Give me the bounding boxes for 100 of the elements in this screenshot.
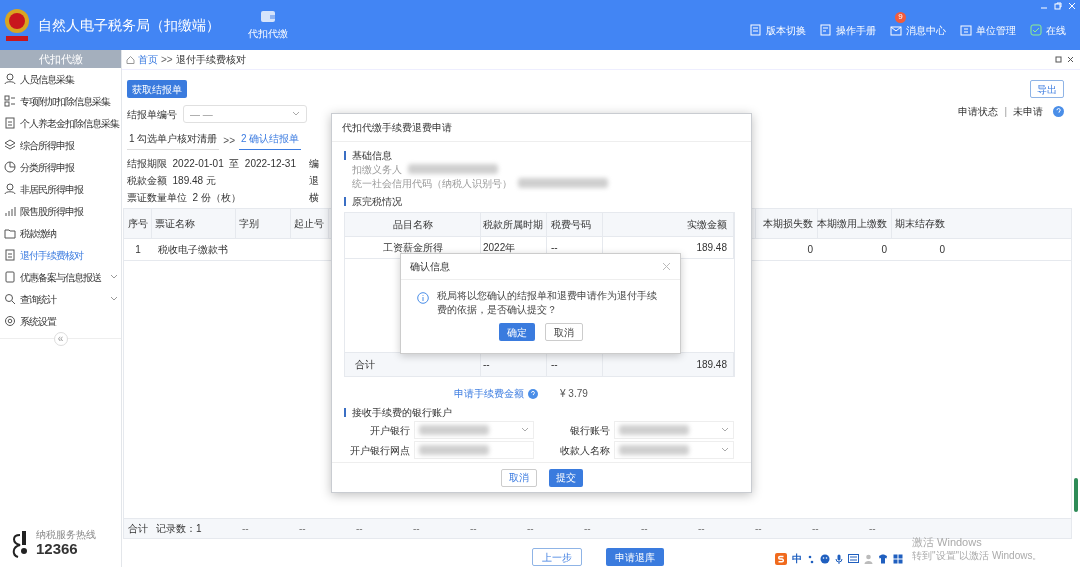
app-title: 自然人电子税务局（扣缴端） <box>38 15 220 35</box>
field-label: 银行账号 <box>569 423 610 438</box>
primary-button[interactable]: 申请退库 <box>605 548 664 566</box>
field-label: 结报单编号 <box>127 107 177 122</box>
wallet-icon <box>260 9 276 23</box>
document-icon <box>4 249 16 261</box>
sidebar-item[interactable]: 系统设置 <box>0 310 121 332</box>
sidebar-item[interactable]: 专项附加扣除信息采集 <box>0 90 121 112</box>
submit-button[interactable]: 提交 <box>548 468 583 487</box>
close-icon <box>662 262 671 271</box>
sidebar-item[interactable]: 查询统计 <box>0 288 121 310</box>
column-header: 实缴金额 <box>603 213 734 236</box>
help-icon <box>1053 106 1064 117</box>
step-tab[interactable]: 2 确认结报单 <box>239 131 302 150</box>
table-cell-text: -- <box>527 522 534 536</box>
cancel-button[interactable]: 取消 <box>500 468 537 487</box>
table-cell-text: -- <box>869 522 876 536</box>
breadcrumb-separator: >> <box>161 53 173 67</box>
header-action[interactable]: 操作手册 <box>820 22 876 38</box>
header-action[interactable]: 版本切换 <box>750 22 806 38</box>
info-icon <box>417 292 429 304</box>
input-field[interactable] <box>414 441 534 459</box>
restore-icon <box>1054 2 1062 10</box>
header-action[interactable]: 单位管理 <box>960 22 1016 38</box>
sidebar-item[interactable]: 退付手续费核对 <box>0 244 121 266</box>
collapse-button[interactable]: « <box>53 332 68 346</box>
shirt-icon <box>878 553 888 564</box>
check-icon <box>1030 24 1042 36</box>
breadcrumb-link[interactable]: 首页 <box>138 52 158 67</box>
confirm-button[interactable]: 确定 <box>498 323 535 341</box>
table-cell-text: -- <box>584 522 591 536</box>
table-cell-text: 合计 <box>127 522 149 536</box>
table-cell-text: -- <box>356 522 363 536</box>
table-cell-text: -- <box>812 522 819 536</box>
chevron-down-icon <box>110 296 118 302</box>
table-cell-text: -- <box>698 522 705 536</box>
document-icon <box>750 24 762 36</box>
help-icon <box>528 388 538 399</box>
sidebar-item[interactable]: 综合所得申报 <box>0 134 121 156</box>
microphone-icon <box>835 553 843 564</box>
sidebar-item[interactable]: 优惠备案与信息报送 <box>0 266 121 288</box>
punctuation-icon <box>807 553 815 564</box>
fetch-button[interactable]: 获取结报单 <box>127 80 187 98</box>
table-cell-text: -- <box>299 522 306 536</box>
column-header: 税款所属时期 <box>481 213 547 236</box>
folder-icon <box>4 227 16 239</box>
person-icon <box>4 183 16 195</box>
header-action[interactable]: 消息中心 <box>890 22 946 38</box>
scrollbar-thumb[interactable] <box>1074 478 1078 512</box>
grid-icon <box>893 553 903 564</box>
module-tab[interactable]: 代扣代缴 <box>244 3 292 47</box>
section-title: 基础信息 <box>352 148 392 163</box>
fee-link[interactable]: 申请手续费金额 <box>454 386 524 401</box>
step-tab[interactable]: 1 勾选单户核对清册 <box>127 131 220 150</box>
report-number-select[interactable]: — — <box>183 105 307 123</box>
summary-label: 编 <box>309 156 319 171</box>
header-action[interactable]: 在线 <box>1030 22 1066 38</box>
sidebar-item[interactable]: 个人养老金扣除信息采集 <box>0 112 121 134</box>
notification-badge: 9 <box>895 11 906 23</box>
select-field[interactable] <box>614 441 734 459</box>
table-cell-text: -- <box>470 522 477 536</box>
sidebar-title: 代扣代缴 <box>0 50 121 68</box>
field-label: 扣缴义务人 <box>352 162 402 177</box>
sidebar-item[interactable]: 限售股所得申报 <box>0 200 121 222</box>
field-label: 收款人名称 <box>559 443 610 458</box>
person-icon <box>4 73 16 85</box>
fee-amount: ¥ 3.79 <box>560 387 588 401</box>
sidebar-item[interactable]: 非居民所得申报 <box>0 178 121 200</box>
table-cell-text: 0 <box>880 243 888 257</box>
table-cell-text: -- <box>242 522 249 536</box>
status-separator: | <box>1004 105 1007 119</box>
column-header: 本期损失数 <box>755 209 817 238</box>
column-header: 品目名称 <box>345 213 481 236</box>
column-header: 期末结存数 <box>891 209 949 238</box>
column-header: 起止号 <box>291 209 329 238</box>
secondary-button[interactable]: 上一步 <box>531 548 582 566</box>
summary-label: 横 <box>309 190 319 205</box>
sidebar-item[interactable]: 税款缴纳 <box>0 222 121 244</box>
summary-text: 票证数量单位 2 份（枚） <box>127 190 242 205</box>
field-label: 开户银行 <box>369 423 410 438</box>
select-field[interactable] <box>414 421 534 439</box>
status-label: 申请状态 <box>958 105 999 119</box>
pie-chart-icon <box>4 161 16 173</box>
cancel-button[interactable]: 取消 <box>544 323 583 341</box>
export-button[interactable]: 导出 <box>1030 80 1064 98</box>
chevron-down-icon <box>721 427 729 433</box>
select-field[interactable] <box>614 421 734 439</box>
table-cell-text: -- <box>413 522 420 536</box>
sidebar-item[interactable]: 分类所得申报 <box>0 156 121 178</box>
summary-text: 税款金额 189.48 元 <box>127 173 217 188</box>
sidebar-item[interactable]: 人员信息采集 <box>0 68 121 90</box>
summary-text: 结报期限 2022-01-01 至 2022-12-31 <box>127 156 297 171</box>
table-cell-text: 税收电子缴款书 <box>157 243 229 257</box>
activation-title: 激活 Windows <box>912 536 983 549</box>
input-mode[interactable]: 中 <box>792 551 802 566</box>
activation-hint: 转到"设置"以激活 Windows。 <box>912 549 1043 562</box>
maximize-icon <box>1055 56 1062 63</box>
column-header: 税费号码 <box>547 213 603 236</box>
settings-icon <box>4 315 16 327</box>
dialog-title: 确认信息 <box>410 260 450 274</box>
